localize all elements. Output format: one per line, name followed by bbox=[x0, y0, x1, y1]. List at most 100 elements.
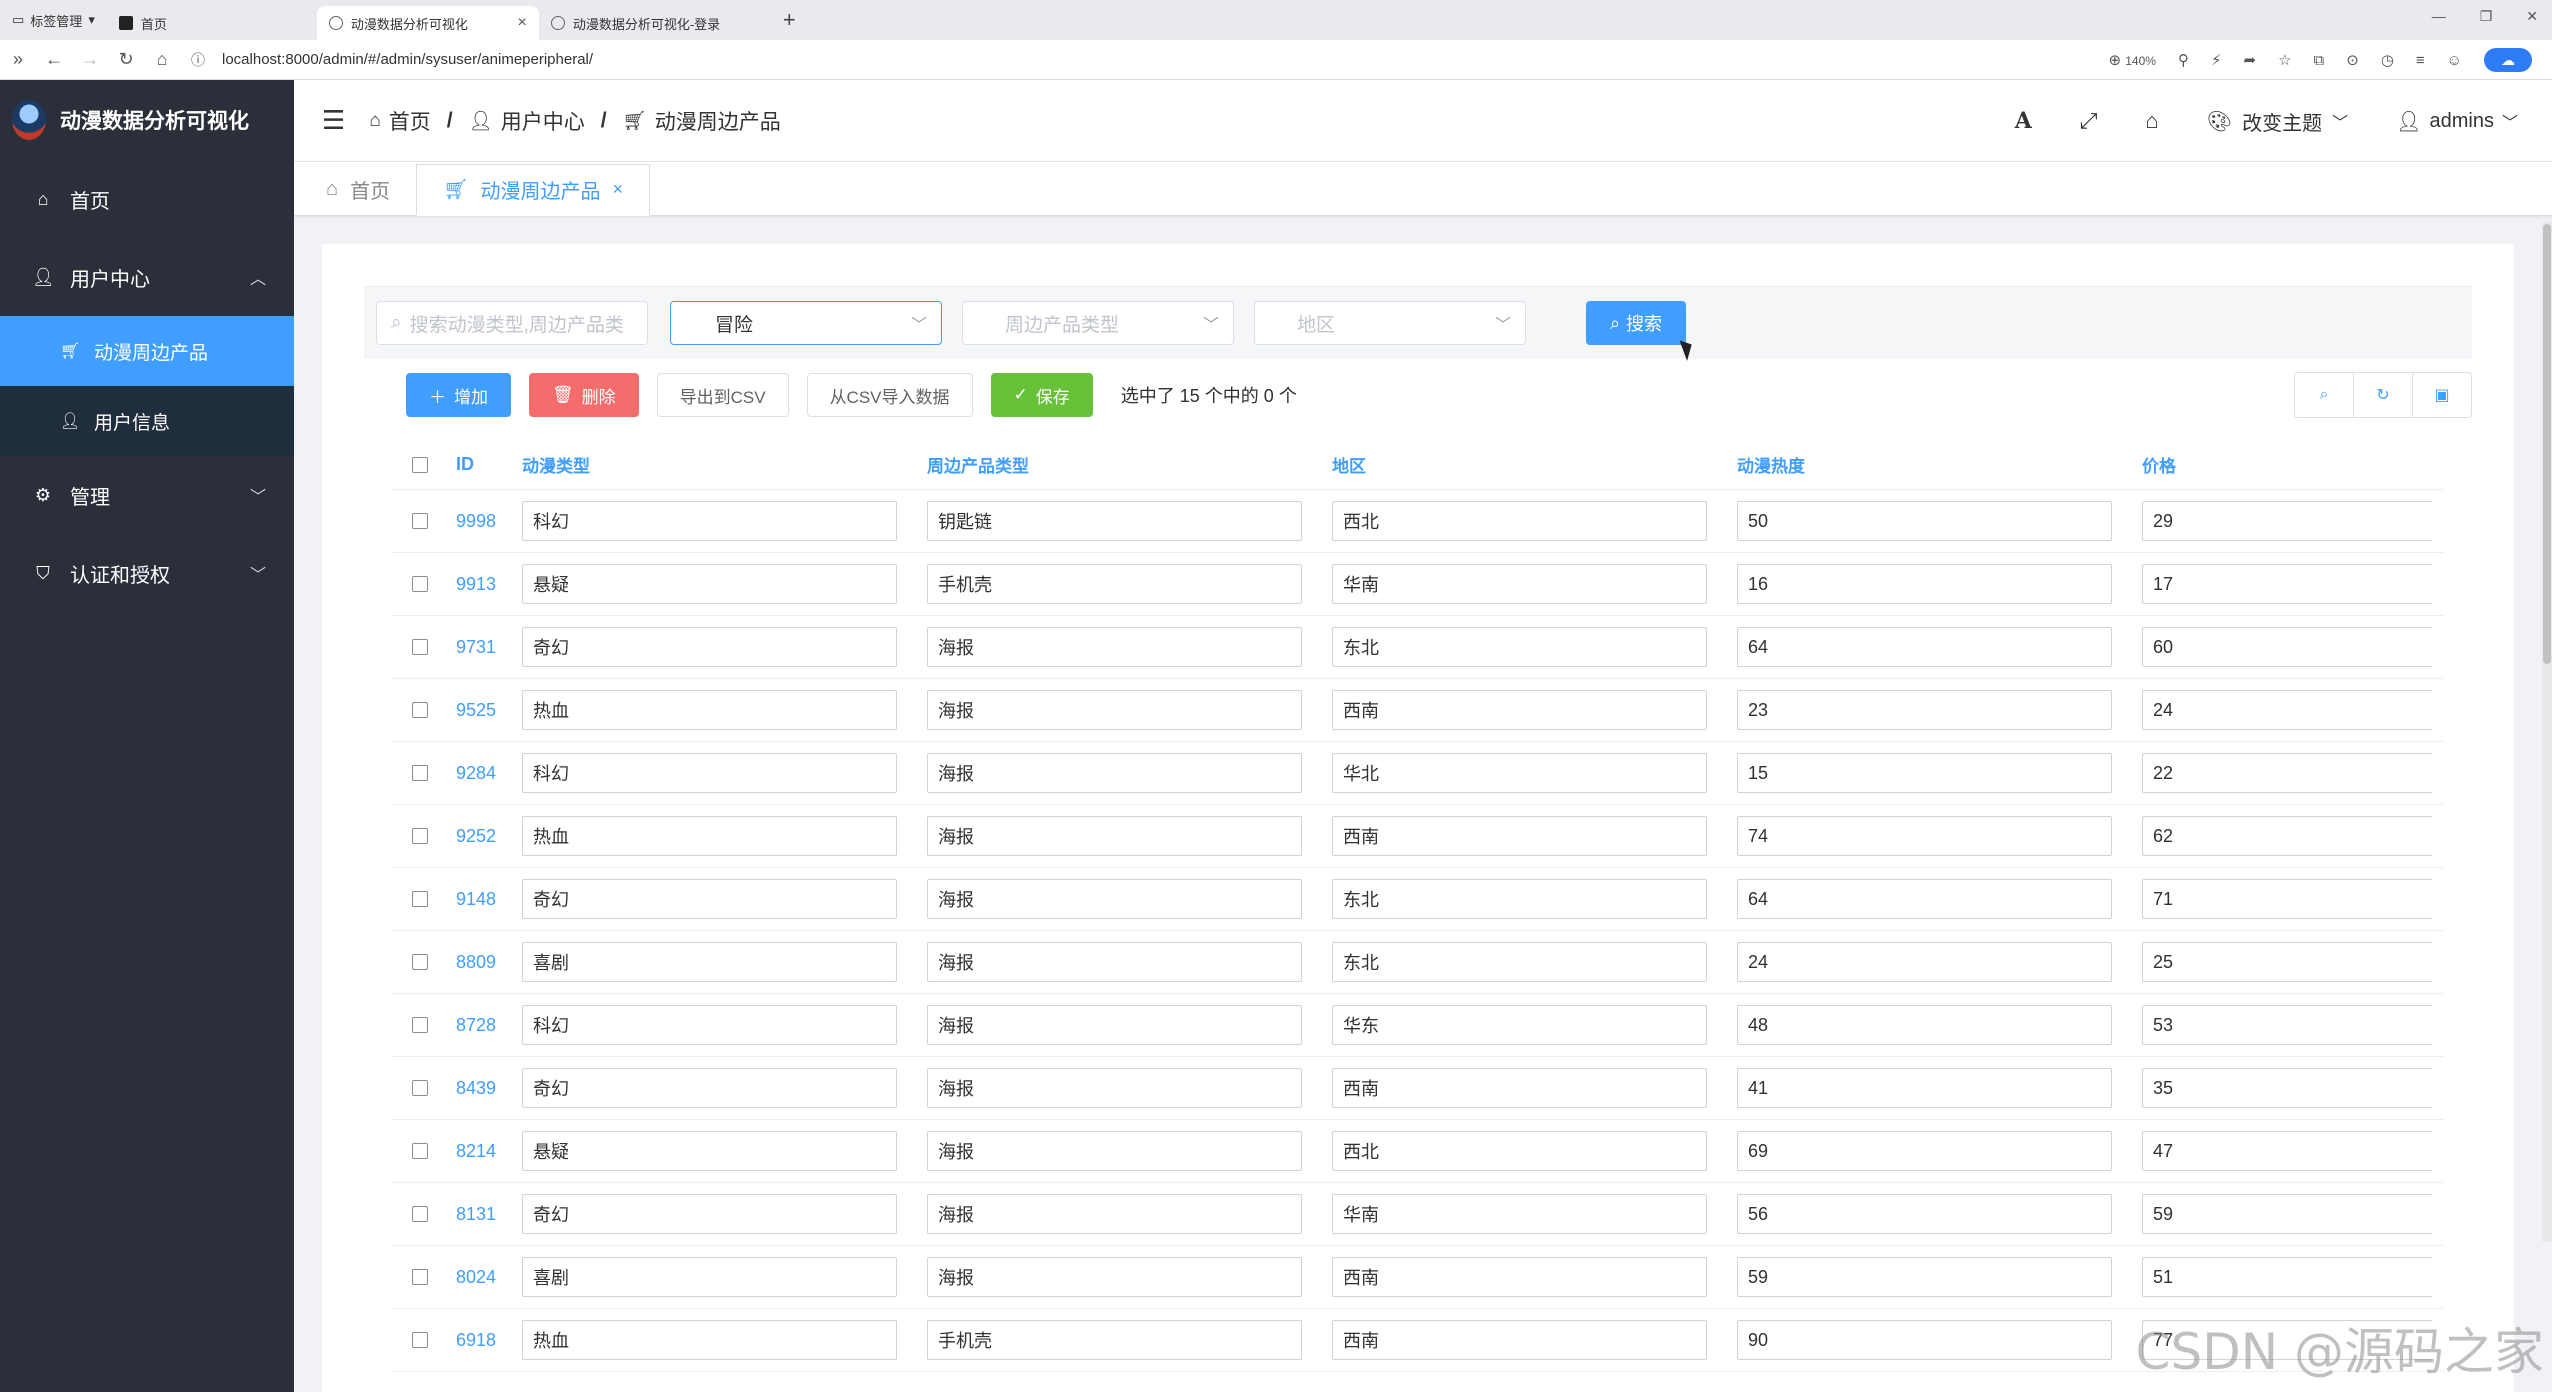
price-input[interactable]: 17 bbox=[2142, 564, 2432, 604]
region-input[interactable]: 西南 bbox=[1332, 1257, 1707, 1297]
anime-type-input[interactable]: 喜剧 bbox=[522, 942, 897, 982]
row-checkbox[interactable] bbox=[412, 828, 428, 844]
zoom-icon[interactable]: ⊕ 140% bbox=[2108, 51, 2155, 69]
heat-input[interactable]: 74 bbox=[1737, 816, 2112, 856]
delete-button[interactable]: 🗑︎ 删除 bbox=[529, 373, 639, 417]
row-id-link[interactable]: 9252 bbox=[448, 826, 512, 847]
product-type-input[interactable]: 海报 bbox=[927, 1068, 1302, 1108]
region-input[interactable]: 西北 bbox=[1332, 1131, 1707, 1171]
price-input[interactable]: 35 bbox=[2142, 1068, 2432, 1108]
product-type-input[interactable]: 海报 bbox=[927, 879, 1302, 919]
row-id-link[interactable]: 8024 bbox=[448, 1267, 512, 1288]
row-checkbox[interactable] bbox=[412, 891, 428, 907]
key-icon[interactable]: ⚲ bbox=[2178, 51, 2189, 69]
profile-icon[interactable]: ☺ bbox=[2447, 52, 2462, 69]
row-checkbox[interactable] bbox=[412, 1206, 428, 1222]
row-id-link[interactable]: 8214 bbox=[448, 1141, 512, 1162]
heat-input[interactable]: 69 bbox=[1737, 1131, 2112, 1171]
tab-group[interactable]: ▭ 标签管理 ▾ bbox=[0, 0, 107, 40]
anime-type-input[interactable]: 奇幻 bbox=[522, 1194, 897, 1234]
search-input[interactable]: ⌕ 搜索动漫类型,周边产品类 bbox=[376, 301, 648, 345]
anime-type-input[interactable]: 科幻 bbox=[522, 501, 897, 541]
row-checkbox[interactable] bbox=[412, 639, 428, 655]
sidebar-toggle-icon[interactable]: » bbox=[0, 49, 36, 70]
region-input[interactable]: 东北 bbox=[1332, 879, 1707, 919]
row-id-link[interactable]: 9148 bbox=[448, 889, 512, 910]
close-icon[interactable]: × bbox=[612, 179, 623, 200]
anime-type-select[interactable]: 冒险 ﹀ bbox=[670, 301, 942, 345]
anime-type-input[interactable]: 悬疑 bbox=[522, 564, 897, 604]
product-type-input[interactable]: 手机壳 bbox=[927, 564, 1302, 604]
price-input[interactable]: 29 bbox=[2142, 501, 2432, 541]
product-type-input[interactable]: 海报 bbox=[927, 690, 1302, 730]
heat-input[interactable]: 50 bbox=[1737, 501, 2112, 541]
minimize-icon[interactable]: — bbox=[2432, 8, 2446, 25]
column-header-product-type[interactable]: 周边产品类型 bbox=[917, 452, 1322, 477]
price-input[interactable]: 62 bbox=[2142, 816, 2432, 856]
heat-input[interactable]: 15 bbox=[1737, 753, 2112, 793]
sidebar-item-user-center[interactable]: 👤︎ 用户中心 ︿ bbox=[0, 238, 294, 316]
row-id-link[interactable]: 9998 bbox=[448, 511, 512, 532]
url-input[interactable]: localhost:8000/admin/#/admin/sysuser/ani… bbox=[222, 51, 593, 68]
row-id-link[interactable]: 9284 bbox=[448, 763, 512, 784]
anime-type-input[interactable]: 热血 bbox=[522, 690, 897, 730]
import-csv-button[interactable]: 从CSV导入数据 bbox=[806, 373, 973, 417]
region-input[interactable]: 东北 bbox=[1332, 942, 1707, 982]
product-type-input[interactable]: 海报 bbox=[927, 942, 1302, 982]
product-type-input[interactable]: 海报 bbox=[927, 1194, 1302, 1234]
heat-input[interactable]: 48 bbox=[1737, 1005, 2112, 1045]
row-checkbox[interactable] bbox=[412, 576, 428, 592]
price-input[interactable]: 24 bbox=[2142, 690, 2432, 730]
region-input[interactable]: 西南 bbox=[1332, 1320, 1707, 1360]
product-type-input[interactable]: 海报 bbox=[927, 816, 1302, 856]
bolt-icon[interactable]: ⚡ bbox=[2211, 51, 2222, 69]
sidebar-item-auth[interactable]: ⛉ 认证和授权 ﹀ bbox=[0, 534, 294, 612]
share-icon[interactable]: ➦ bbox=[2243, 51, 2256, 69]
column-header-id[interactable]: ID bbox=[448, 454, 512, 475]
restore-icon[interactable]: ❐ bbox=[2480, 8, 2493, 25]
row-id-link[interactable]: 9525 bbox=[448, 700, 512, 721]
user-dropdown[interactable]: 👤︎ admins ﹀ bbox=[2396, 109, 2518, 134]
brand[interactable]: 动漫数据分析可视化 bbox=[0, 80, 294, 160]
refresh-icon[interactable]: ↻ bbox=[2353, 372, 2413, 418]
anime-type-input[interactable]: 热血 bbox=[522, 1320, 897, 1360]
home-icon[interactable]: ⌂ bbox=[2145, 108, 2158, 134]
anime-type-input[interactable]: 悬疑 bbox=[522, 1131, 897, 1171]
browser-tab-label[interactable]: 标签管理 bbox=[30, 11, 82, 30]
region-input[interactable]: 东北 bbox=[1332, 627, 1707, 667]
font-size-icon[interactable]: A bbox=[2015, 108, 2032, 134]
star-icon[interactable]: ☆ bbox=[2278, 51, 2291, 69]
price-input[interactable]: 53 bbox=[2142, 1005, 2432, 1045]
new-tab-icon[interactable]: + bbox=[783, 7, 796, 33]
anime-type-input[interactable]: 喜剧 bbox=[522, 1257, 897, 1297]
anime-type-input[interactable]: 科幻 bbox=[522, 753, 897, 793]
anime-type-input[interactable]: 奇幻 bbox=[522, 879, 897, 919]
close-icon[interactable]: × bbox=[518, 14, 527, 32]
forward-icon[interactable]: → bbox=[72, 49, 108, 70]
price-input[interactable]: 71 bbox=[2142, 879, 2432, 919]
sidebar-item-anime-peripheral[interactable]: 🛒︎ 动漫周边产品 bbox=[0, 316, 294, 386]
row-id-link[interactable]: 8439 bbox=[448, 1078, 512, 1099]
row-id-link[interactable]: 8131 bbox=[448, 1204, 512, 1225]
browser-tab-active[interactable]: 动漫数据分析可视化 × bbox=[316, 6, 539, 40]
home-icon[interactable]: ⌂ bbox=[144, 49, 180, 70]
history-icon[interactable]: ◷ bbox=[2381, 51, 2394, 69]
row-id-link[interactable]: 6918 bbox=[448, 1330, 512, 1351]
region-input[interactable]: 华北 bbox=[1332, 753, 1707, 793]
product-type-input[interactable]: 手机壳 bbox=[927, 1320, 1302, 1360]
region-input[interactable]: 西南 bbox=[1332, 1068, 1707, 1108]
price-input[interactable]: 59 bbox=[2142, 1194, 2432, 1234]
search-button[interactable]: ⌕ 搜索 bbox=[1586, 301, 1686, 345]
tag-home[interactable]: ⌂ 首页 bbox=[300, 163, 416, 215]
price-input[interactable]: 60 bbox=[2142, 627, 2432, 667]
region-input[interactable]: 华南 bbox=[1332, 1194, 1707, 1234]
region-input[interactable]: 西北 bbox=[1332, 501, 1707, 541]
scrollbar-thumb[interactable] bbox=[2543, 224, 2551, 664]
reload-icon[interactable]: ↻ bbox=[108, 49, 144, 70]
row-checkbox[interactable] bbox=[412, 1269, 428, 1285]
heat-input[interactable]: 56 bbox=[1737, 1194, 2112, 1234]
extensions-icon[interactable]: ⧉ bbox=[2314, 52, 2325, 69]
anime-type-input[interactable]: 奇幻 bbox=[522, 1068, 897, 1108]
column-header-price[interactable]: 价格 bbox=[2132, 452, 2432, 477]
row-checkbox[interactable] bbox=[412, 1143, 428, 1159]
